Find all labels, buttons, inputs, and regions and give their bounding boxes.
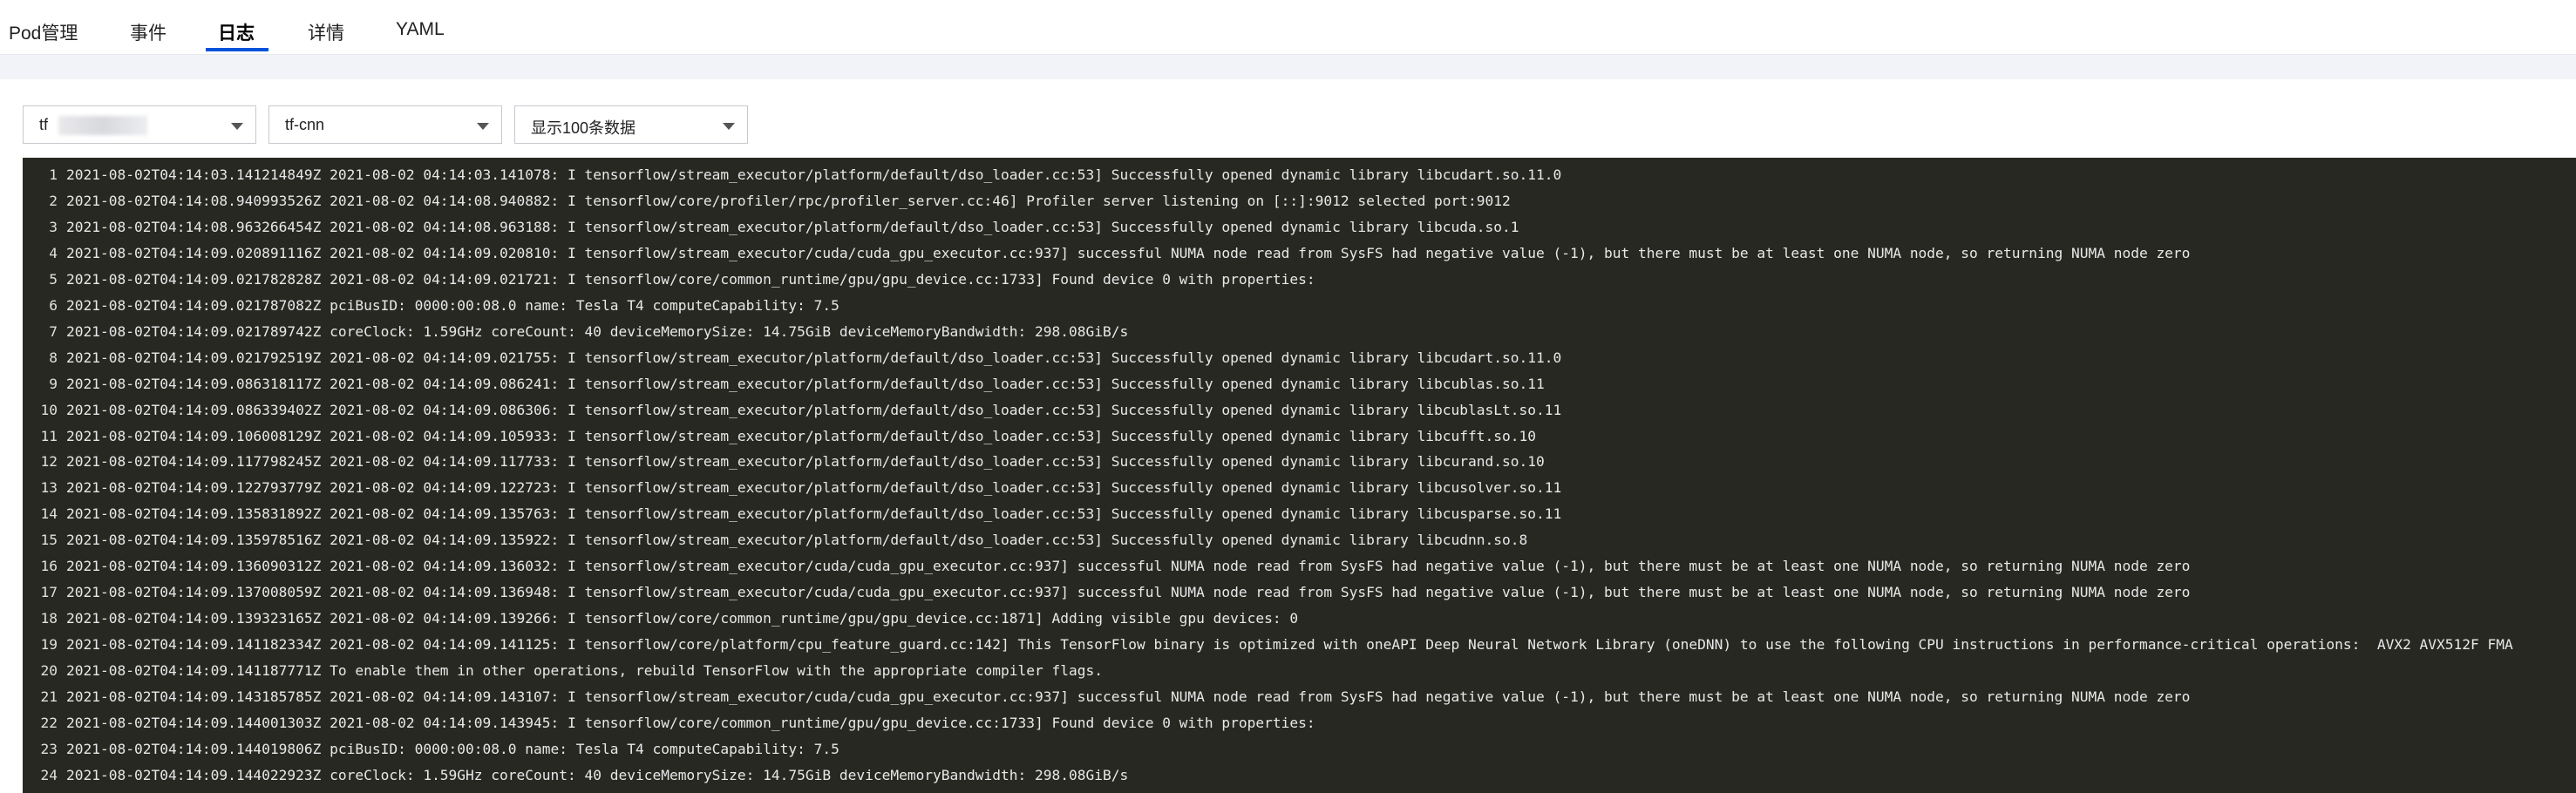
log-line: 6 2021-08-02T04:14:09.021787082Z pciBusID… (23, 293, 839, 319)
log-line-number: 6 (49, 296, 58, 314)
log-line-text: 2021-08-02T04:14:09.144022923Z coreClock… (66, 766, 1129, 783)
log-line: 15 2021-08-02T04:14:09.135978516Z 2021-08… (23, 527, 1528, 553)
log-line: 4 2021-08-02T04:14:09.020891116Z 2021-08-… (23, 241, 2190, 267)
log-line-number: 3 (49, 218, 58, 235)
log-line: 23 2021-08-02T04:14:09.144019806Z pciBusI… (23, 736, 839, 762)
log-line: 14 2021-08-02T04:14:09.135831892Z 2021-08… (23, 501, 1562, 527)
log-line-text: 2021-08-02T04:14:03.141214849Z 2021-08-0… (66, 166, 1562, 183)
log-line-number: 1 (49, 166, 58, 183)
log-line: 22 2021-08-02T04:14:09.144001303Z 2021-08… (23, 710, 1315, 736)
log-line-text: 2021-08-02T04:14:09.086318117Z 2021-08-0… (66, 375, 1545, 392)
log-line-text: 2021-08-02T04:14:09.143185785Z 2021-08-0… (66, 688, 2191, 705)
log-line-number: 15 (40, 532, 58, 549)
log-line-number: 10 (40, 401, 58, 418)
log-line-number: 2 (49, 192, 58, 209)
container-select-value: tf-cnn (285, 116, 325, 133)
chevron-down-icon (477, 123, 489, 130)
log-line-text: 2021-08-02T04:14:08.940993526Z 2021-08-0… (66, 192, 1511, 209)
log-line-text: 2021-08-02T04:14:08.963266454Z 2021-08-0… (66, 218, 1519, 235)
log-line-number: 17 (40, 584, 58, 601)
log-line-text: 2021-08-02T04:14:09.144001303Z 2021-08-0… (66, 714, 1315, 731)
log-viewer[interactable]: 1 2021-08-02T04:14:03.141214849Z 2021-08-… (23, 158, 2576, 793)
log-line-number: 8 (49, 349, 58, 366)
line-limit-select[interactable]: 显示100条数据 (514, 105, 748, 144)
log-line: 7 2021-08-02T04:14:09.021789742Z coreCloc… (23, 319, 1128, 345)
log-line-text: 2021-08-02T04:14:09.137008059Z 2021-08-0… (66, 584, 2191, 601)
log-line-number: 14 (40, 505, 58, 523)
log-line-text: 2021-08-02T04:14:09.086339402Z 2021-08-0… (66, 401, 1562, 418)
log-line: 18 2021-08-02T04:14:09.139323165Z 2021-08… (23, 606, 1299, 632)
log-line-number: 9 (49, 375, 58, 392)
section-divider (0, 54, 2576, 79)
log-line-text: 2021-08-02T04:14:09.021787082Z pciBusID:… (66, 296, 839, 314)
log-line: 1 2021-08-02T04:14:03.141214849Z 2021-08-… (23, 162, 1561, 188)
log-line-text: 2021-08-02T04:14:09.135831892Z 2021-08-0… (66, 505, 1562, 523)
redacted-pod-name (58, 116, 147, 135)
log-line-number: 13 (40, 479, 58, 497)
log-line-text: 2021-08-02T04:14:09.021792519Z 2021-08-0… (66, 349, 1562, 366)
chevron-down-icon (723, 123, 735, 130)
tab-yaml[interactable]: YAML (396, 19, 445, 40)
line-limit-select-value: 显示100条数据 (531, 119, 636, 137)
log-line-text: 2021-08-02T04:14:09.021782828Z 2021-08-0… (66, 270, 1315, 288)
log-line-text: 2021-08-02T04:14:09.135978516Z 2021-08-0… (66, 532, 1528, 549)
tab-pod-management[interactable]: Pod管理 (9, 19, 78, 45)
log-line-number: 5 (49, 270, 58, 288)
log-line-text: 2021-08-02T04:14:09.021789742Z coreClock… (66, 322, 1129, 340)
log-line: 11 2021-08-02T04:14:09.106008129Z 2021-08… (23, 424, 1537, 450)
log-line: 9 2021-08-02T04:14:09.086318117Z 2021-08-… (23, 371, 1545, 397)
pod-select-value: tf (39, 116, 49, 133)
tab-logs[interactable]: 日志 (218, 19, 255, 45)
log-line-number: 22 (40, 714, 58, 731)
log-line: 5 2021-08-02T04:14:09.021782828Z 2021-08-… (23, 267, 1315, 293)
chevron-down-icon (231, 123, 243, 130)
log-line-text: 2021-08-02T04:14:09.144019806Z pciBusID:… (66, 740, 839, 757)
active-tab-indicator (206, 48, 268, 51)
log-line-text: 2021-08-02T04:14:09.141182334Z 2021-08-0… (66, 636, 2513, 654)
pod-select[interactable]: tf (23, 105, 256, 144)
log-line-number: 21 (40, 688, 58, 705)
log-line-number: 12 (40, 453, 58, 471)
log-line: 19 2021-08-02T04:14:09.141182334Z 2021-08… (23, 632, 2513, 658)
tab-details[interactable]: 详情 (308, 19, 344, 45)
log-line: 2 2021-08-02T04:14:08.940993526Z 2021-08-… (23, 188, 1511, 214)
log-line: 21 2021-08-02T04:14:09.143185785Z 2021-08… (23, 684, 2191, 710)
log-line: 13 2021-08-02T04:14:09.122793779Z 2021-08… (23, 475, 1562, 501)
log-line-text: 2021-08-02T04:14:09.122793779Z 2021-08-0… (66, 479, 1562, 497)
log-line-number: 11 (40, 427, 58, 444)
log-line-text: 2021-08-02T04:14:09.141187771Z To enable… (66, 662, 1103, 680)
log-line: 12 2021-08-02T04:14:09.117798245Z 2021-08… (23, 449, 1545, 475)
log-line-number: 7 (49, 322, 58, 340)
log-line-text: 2021-08-02T04:14:09.106008129Z 2021-08-0… (66, 427, 1537, 444)
log-line: 8 2021-08-02T04:14:09.021792519Z 2021-08-… (23, 345, 1561, 371)
tab-events[interactable]: 事件 (130, 19, 167, 45)
log-line: 17 2021-08-02T04:14:09.137008059Z 2021-08… (23, 580, 2191, 606)
log-line-number: 19 (40, 636, 58, 654)
log-line-number: 23 (40, 740, 58, 757)
log-line-text: 2021-08-02T04:14:09.020891116Z 2021-08-0… (66, 244, 2191, 261)
log-line-text: 2021-08-02T04:14:09.139323165Z 2021-08-0… (66, 610, 1299, 627)
container-select[interactable]: tf-cnn (268, 105, 502, 144)
log-line-number: 24 (40, 766, 58, 783)
log-line-text: 2021-08-02T04:14:09.136090312Z 2021-08-0… (66, 558, 2191, 575)
log-line-number: 20 (40, 662, 58, 680)
log-line: 3 2021-08-02T04:14:08.963266454Z 2021-08-… (23, 214, 1519, 241)
log-line: 16 2021-08-02T04:14:09.136090312Z 2021-08… (23, 553, 2191, 580)
log-line-number: 4 (49, 244, 58, 261)
log-line-text: 2021-08-02T04:14:09.117798245Z 2021-08-0… (66, 453, 1545, 471)
tab-bar: Pod管理 事件 日志 详情 YAML (0, 0, 2576, 54)
log-line-number: 18 (40, 610, 58, 627)
log-line-number: 16 (40, 558, 58, 575)
log-line: 10 2021-08-02T04:14:09.086339402Z 2021-08… (23, 397, 1562, 424)
log-line: 24 2021-08-02T04:14:09.144022923Z coreClo… (23, 762, 1129, 789)
log-line: 20 2021-08-02T04:14:09.141187771Z To enab… (23, 658, 1103, 684)
